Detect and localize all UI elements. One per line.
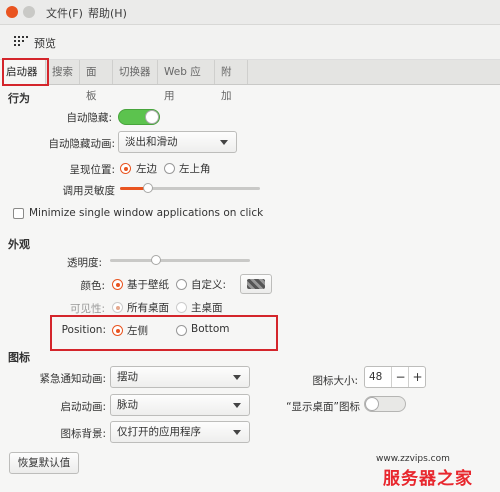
tab-additional[interactable]: 附加 [215,60,248,102]
sensitivity-label: 调用灵敏度 [62,185,116,197]
visibility-label: 可见性: [69,303,105,315]
color-wallpaper-radio[interactable] [112,279,123,290]
icon-size-minus-button[interactable]: − [391,367,409,387]
autohide-label: 自动隐藏: [66,112,112,124]
backlight-select[interactable]: 仅打开的应用程序 [110,421,250,443]
position-bottom-label: Bottom [191,323,230,335]
color-picker-button[interactable] [240,274,272,294]
autohide-animation-label: 自动隐藏动画: [48,138,115,150]
visibility-all-radio[interactable] [112,302,123,313]
watermark-url: www.zzvips.com [376,454,450,464]
icon-size-value[interactable]: 48 [369,371,382,383]
position-left-label: 左侧 [127,325,148,337]
color-wallpaper-label: 基于壁纸 [127,279,169,291]
tab-search[interactable]: 搜索 [46,60,80,84]
minimize-label: Minimize single window applications on c… [29,207,264,219]
title-bar: 文件(F) 帮助(H) [0,0,500,25]
chevron-down-icon [233,375,241,380]
color-custom-label: 自定义: [191,279,227,291]
show-desktop-label: “显示桌面”图标 [286,401,360,413]
position-bottom-radio[interactable] [176,325,187,336]
minimize-window-button[interactable] [23,6,35,18]
backlight-value: 仅打开的应用程序 [117,426,201,438]
visibility-all-label: 所有桌面 [127,302,169,314]
watermark-logo: 服务器之家 [383,469,473,489]
preview-button[interactable]: 预览 [14,33,64,51]
chevron-down-icon [233,403,241,408]
launch-animation-select[interactable]: 脉动 [110,394,250,416]
tab-highlight-box [2,58,49,86]
icons-section-title: 图标 [8,351,30,364]
switch-knob [365,397,379,411]
autohide-animation-value: 淡出和滑动 [125,136,178,148]
menu-file[interactable]: 文件(F) [46,5,83,21]
close-window-button[interactable] [6,6,18,18]
transparency-label: 透明度: [66,257,102,269]
sensitivity-slider-thumb[interactable] [143,183,153,193]
sensitivity-slider-track[interactable] [120,183,260,193]
menu-help[interactable]: 帮助(H) [88,5,127,21]
visibility-main-radio[interactable] [176,302,187,313]
icon-size-label: 图标大小: [312,375,358,387]
toolbar: 预览 [0,25,500,60]
transparency-slider-thumb[interactable] [151,255,162,265]
reset-defaults-button[interactable]: 恢复默认值 [9,452,79,474]
preview-label: 预览 [34,37,56,50]
icon-size-plus-button[interactable]: + [408,367,426,387]
tab-panel[interactable]: 面板 [80,60,113,102]
chevron-down-icon [220,140,228,145]
urgent-animation-label: 紧急通知动画: [39,373,106,385]
launch-animation-value: 脉动 [117,399,138,411]
color-swatch [247,279,265,289]
backlight-label: 图标背景: [60,428,106,440]
tab-switcher[interactable]: 切换器 [113,60,158,84]
launch-animation-label: 启动动画: [60,401,106,413]
switch-knob [145,110,159,124]
autohide-switch[interactable] [118,109,160,125]
reveal-topleft-radio[interactable] [164,163,175,174]
chevron-down-icon [233,430,241,435]
reveal-left-label: 左边 [136,163,157,175]
reveal-location-label: 呈现位置: [69,164,115,176]
behavior-section-title: 行为 [8,92,30,105]
urgent-animation-select[interactable]: 摆动 [110,366,250,388]
color-label: 颜色: [80,280,105,292]
grid-icon [14,36,28,46]
autohide-animation-select[interactable]: 淡出和滑动 [118,131,237,153]
position-label: Position: [61,324,106,336]
tab-web-apps[interactable]: Web 应用 [158,60,215,102]
minimize-checkbox[interactable] [13,208,24,219]
urgent-animation-value: 摆动 [117,371,138,383]
appearance-section-title: 外观 [8,238,30,251]
transparency-slider-track[interactable] [110,255,250,265]
color-custom-radio[interactable] [176,279,187,290]
reveal-left-radio[interactable] [120,163,131,174]
show-desktop-switch[interactable] [364,396,406,412]
visibility-main-label: 主桌面 [191,302,223,314]
reveal-topleft-label: 左上角 [179,163,211,175]
icon-size-stepper: 48 − + [364,366,426,388]
tab-bar: 启动器 搜索 面板 切换器 Web 应用 附加 [0,60,500,102]
position-left-radio[interactable] [112,325,123,336]
